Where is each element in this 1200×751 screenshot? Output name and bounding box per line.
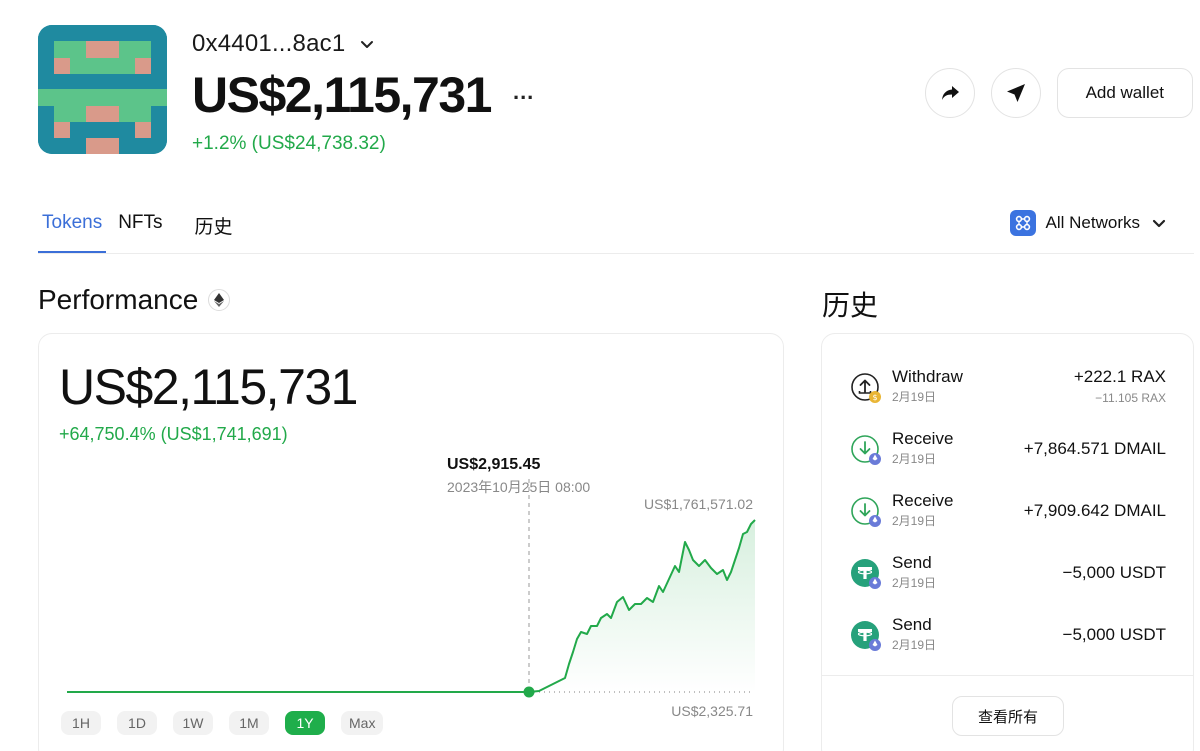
tx-amount: −5,000 USDT — [1062, 563, 1166, 582]
tx-amount: +222.1 RAX — [1073, 367, 1166, 386]
avatar-pattern-icon — [38, 25, 167, 154]
tab-tokens[interactable]: Tokens — [38, 212, 107, 253]
network-selector[interactable]: All Networks — [1009, 210, 1168, 236]
tx-fee: −11.105 RAX — [1095, 391, 1166, 405]
hover-point — [523, 686, 535, 698]
tooltip-date: 2023年10月25日 08:00 — [447, 479, 591, 495]
more-options-icon[interactable]: ... — [513, 79, 534, 105]
chevron-down-icon — [361, 41, 374, 48]
tx-date: 2月19日 — [892, 638, 937, 652]
tx-date: 2月19日 — [892, 390, 937, 404]
list-item[interactable]: Send 2月19日 −5,000 USDT — [850, 553, 1166, 603]
tx-date: 2月19日 — [892, 452, 937, 466]
tabs-divider — [38, 253, 1194, 254]
range-1h[interactable]: 1H — [61, 711, 101, 735]
balance-change: +1.2% (US$24,738.32) — [192, 133, 386, 154]
tether-icon — [851, 559, 881, 589]
network-label: All Networks — [1045, 213, 1140, 232]
svg-text:$: $ — [872, 393, 877, 402]
list-item[interactable]: Receive 2月19日 +7,864.571 DMAIL — [850, 429, 1166, 479]
address-selector[interactable]: 0x4401...8ac1 — [192, 30, 375, 58]
send-button[interactable] — [990, 68, 1041, 118]
download-icon — [851, 435, 881, 465]
add-wallet-button[interactable]: Add wallet — [1056, 68, 1193, 118]
tether-icon — [851, 621, 881, 651]
tx-amount: +7,864.571 DMAIL — [1023, 439, 1166, 458]
share-button[interactable] — [924, 68, 975, 118]
history-divider — [822, 675, 1193, 676]
range-1m[interactable]: 1M — [229, 711, 269, 735]
list-item[interactable]: $ Withdraw 2月19日 +222.1 RAX −11.105 RAX — [850, 367, 1166, 417]
chart-area — [529, 520, 755, 692]
tx-type: Withdraw — [892, 367, 963, 386]
download-icon — [851, 497, 881, 527]
tab-bar: Tokens NFTs 历史 — [38, 212, 265, 253]
range-1d[interactable]: 1D — [117, 711, 157, 735]
ethereum-icon — [208, 289, 231, 311]
history-card: $ Withdraw 2月19日 +222.1 RAX −11.105 RAX … — [821, 333, 1194, 751]
range-1y[interactable]: 1Y — [285, 711, 325, 735]
range-max[interactable]: Max — [341, 711, 384, 735]
tx-type: Send — [892, 615, 932, 634]
upload-icon: $ — [851, 373, 881, 403]
chart-max-label: US$1,761,571.02 — [644, 496, 753, 512]
share-icon — [941, 86, 959, 100]
tx-amount: −5,000 USDT — [1062, 625, 1166, 644]
tx-amount: +7,909.642 DMAIL — [1023, 501, 1166, 520]
chart-min-label: US$2,325.71 — [671, 703, 753, 719]
network-icon — [1009, 210, 1036, 236]
tab-history[interactable]: 历史 — [195, 212, 233, 253]
list-item[interactable]: Send 2月19日 −5,000 USDT — [850, 615, 1166, 665]
range-1w[interactable]: 1W — [173, 711, 213, 735]
tx-date: 2月19日 — [892, 514, 937, 528]
wallet-address: 0x4401...8ac1 — [192, 30, 346, 57]
tooltip-value: US$2,915.45 — [447, 456, 541, 473]
tx-type: Receive — [892, 491, 954, 510]
performance-title: Performance — [38, 284, 199, 315]
tx-type: Send — [892, 553, 932, 572]
tx-type: Receive — [892, 429, 954, 448]
wallet-avatar — [38, 25, 167, 154]
history-title: 历史 — [822, 290, 879, 321]
wallet-balance: US$2,115,731 — [192, 67, 492, 123]
chevron-down-icon — [1152, 219, 1166, 228]
range-selector: 1H 1D 1W 1M 1Y Max — [61, 711, 384, 735]
performance-heading: Performance — [38, 284, 231, 316]
list-item[interactable]: Receive 2月19日 +7,909.642 DMAIL — [850, 491, 1166, 541]
performance-card: US$2,115,731 +64,750.4% (US$1,741,691) U… — [38, 333, 784, 751]
tx-date: 2月19日 — [892, 576, 937, 590]
send-icon — [1006, 84, 1025, 102]
tab-nfts[interactable]: NFTs — [118, 212, 162, 253]
performance-chart[interactable] — [39, 334, 785, 751]
view-all-button[interactable]: 查看所有 — [952, 696, 1064, 736]
